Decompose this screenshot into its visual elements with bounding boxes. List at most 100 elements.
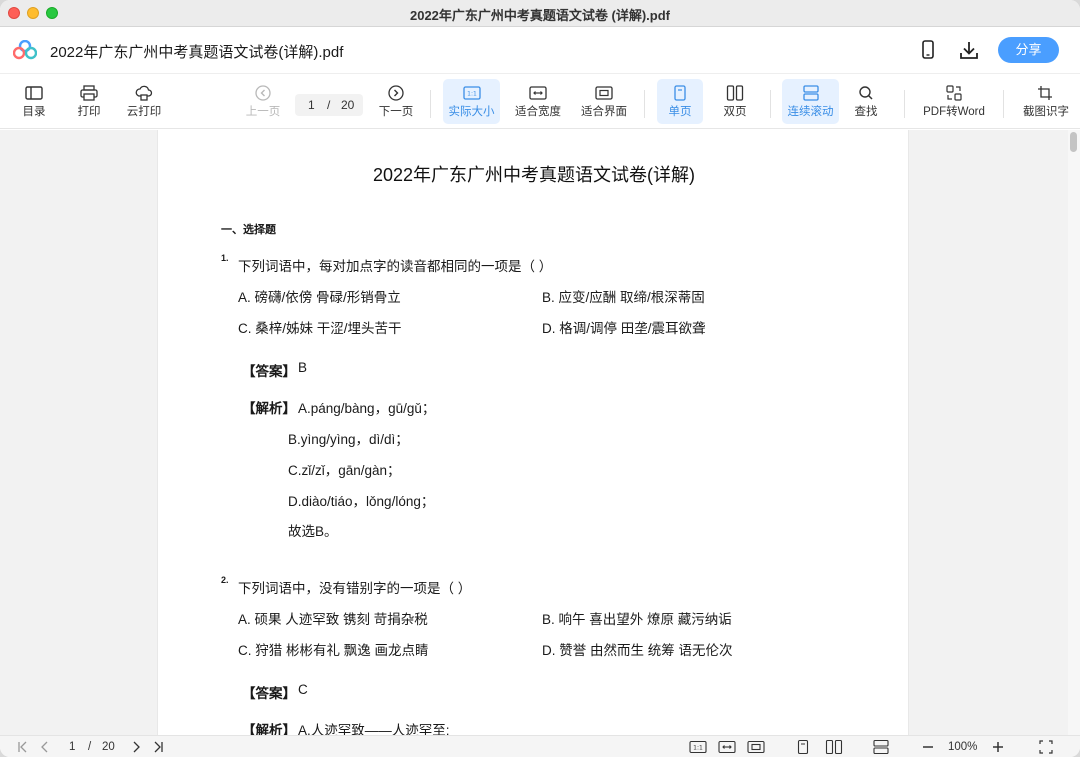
- vertical-scrollbar[interactable]: [1068, 130, 1080, 735]
- share-button[interactable]: 分享: [998, 37, 1059, 63]
- actual-size-label: 实际大小: [448, 106, 495, 118]
- toolbar-divider: [904, 90, 905, 118]
- toolbar: 目录 打印 云打印 上一页 1 / 20 下一页 1:1 实际大小 适合宽度 适…: [0, 75, 1080, 129]
- scrollbar-thumb[interactable]: [1070, 132, 1077, 152]
- document-title: 2022年广东广州中考真题语文试卷(详解): [372, 165, 696, 185]
- fullscreen-icon[interactable]: [1039, 739, 1053, 755]
- zoom-out-icon[interactable]: [921, 739, 935, 755]
- analysis-tag: 【解析】: [242, 723, 296, 735]
- actual-size-button[interactable]: 1:1 实际大小: [443, 79, 500, 124]
- status-bar: 1 / 20 1:1 100%: [0, 735, 1080, 757]
- pdf-to-word-button[interactable]: PDF转Word: [918, 79, 990, 124]
- option-c: C. 狩猎 彬彬有礼 飘逸 画龙点睛: [238, 643, 429, 658]
- double-page-button[interactable]: 双页: [713, 79, 757, 124]
- actual-size-icon[interactable]: 1:1: [689, 739, 707, 755]
- fit-width-label: 适合宽度: [515, 106, 561, 118]
- svg-text:1:1: 1:1: [467, 91, 477, 98]
- toolbar-divider: [770, 90, 771, 118]
- status-total-pages: 20: [102, 741, 115, 753]
- actual-size-icon: 1:1: [462, 86, 481, 100]
- toc-icon: [25, 86, 43, 100]
- double-page-icon[interactable]: [825, 739, 843, 755]
- chevron-right-circle-icon: [388, 85, 404, 101]
- page-number-input[interactable]: 1 / 20: [295, 94, 363, 116]
- cloud-print-label: 云打印: [126, 106, 162, 118]
- fit-width-button[interactable]: 适合宽度: [512, 79, 564, 124]
- single-page-icon: [674, 85, 686, 101]
- app-logo-icon: [13, 40, 37, 60]
- option-a: A. 磅礴/依傍 骨碌/形销骨立: [238, 290, 401, 305]
- status-page-separator: /: [88, 741, 92, 753]
- print-label: 打印: [77, 106, 101, 118]
- document-viewport[interactable]: 2022年广东广州中考真题语文试卷(详解) 一、选择题 1. 下列词语中，每对加…: [0, 130, 1080, 735]
- window-title: 2022年广东广州中考真题语文试卷 (详解).pdf: [409, 8, 670, 23]
- title-bar: 2022年广东广州中考真题语文试卷 (详解).pdf: [0, 0, 1080, 27]
- toc-label: 目录: [22, 106, 46, 118]
- fit-width-icon: [529, 86, 547, 100]
- document-header: 2022年广东广州中考真题语文试卷(详解).pdf 分享: [0, 27, 1080, 74]
- single-page-button[interactable]: 单页: [657, 79, 703, 124]
- question-number: 2.: [221, 575, 229, 585]
- fit-screen-label: 适合界面: [581, 106, 627, 118]
- status-current-page[interactable]: 1: [69, 739, 75, 755]
- analysis-line: A.páng/bàng，gū/gǔ；: [298, 401, 436, 416]
- print-button[interactable]: 打印: [69, 79, 109, 124]
- analysis-line: 故选B。: [288, 524, 338, 539]
- last-page-icon[interactable]: [151, 739, 165, 755]
- option-d: D. 赞誉 由然而生 统筹 语无伦次: [542, 643, 733, 658]
- analysis-line: C.zǐ/zǐ，gān/gàn；: [288, 463, 401, 478]
- question-stem: 下列词语中，没有错别字的一项是（ ）: [238, 581, 472, 596]
- double-page-label: 双页: [723, 106, 747, 118]
- continuous-scroll-label: 连续滚动: [787, 106, 834, 118]
- crop-icon: [1038, 86, 1052, 100]
- convert-icon: [946, 85, 962, 101]
- prev-page-label: 上一页: [245, 106, 281, 118]
- fit-width-icon[interactable]: [718, 739, 736, 755]
- first-page-icon[interactable]: [16, 739, 30, 755]
- fit-screen-button[interactable]: 适合界面: [578, 79, 630, 124]
- phone-icon[interactable]: [917, 39, 939, 61]
- answer-value: C: [298, 682, 308, 697]
- analysis-line: A.人迹罕致——人迹罕至;: [298, 723, 450, 735]
- ocr-label: 截图识字: [1023, 106, 1069, 118]
- prev-page-button[interactable]: 上一页: [243, 79, 283, 124]
- zoom-in-icon[interactable]: [991, 739, 1005, 755]
- continuous-scroll-button[interactable]: 连续滚动: [782, 79, 839, 124]
- section-heading: 一、选择题: [221, 224, 276, 236]
- ocr-button[interactable]: 截图识字: [1018, 79, 1074, 124]
- answer-tag: 【答案】: [242, 686, 296, 701]
- option-a: A. 硕果 人迹罕致 镌刻 苛捐杂税: [238, 612, 428, 627]
- find-label: 查找: [854, 106, 878, 118]
- analysis-line: D.diào/tiáo，lǒng/lóng；: [288, 494, 435, 509]
- find-button[interactable]: 查找: [846, 79, 886, 124]
- next-page-label: 下一页: [378, 106, 414, 118]
- next-page-icon[interactable]: [129, 739, 143, 755]
- question-number: 1.: [221, 253, 229, 263]
- option-b: B. 应变/应酬 取缔/根深蒂固: [542, 290, 705, 305]
- fit-screen-icon[interactable]: [747, 739, 765, 755]
- total-pages: 20: [341, 98, 355, 112]
- cloud-print-icon: [135, 85, 153, 101]
- option-d: D. 格调/调停 田垄/震耳欲聋: [542, 321, 706, 336]
- answer-value: B: [298, 360, 308, 375]
- download-icon[interactable]: [958, 39, 980, 61]
- cloud-print-button[interactable]: 云打印: [122, 79, 166, 124]
- option-b: B. 响午 喜出望外 燎原 藏污纳诟: [542, 612, 732, 627]
- continuous-scroll-icon[interactable]: [872, 739, 890, 755]
- zoom-level: 100%: [948, 741, 978, 753]
- toc-button[interactable]: 目录: [14, 79, 54, 124]
- continuous-scroll-icon: [802, 85, 819, 101]
- prev-page-icon[interactable]: [38, 739, 52, 755]
- single-page-icon[interactable]: [795, 739, 811, 755]
- chevron-left-circle-icon: [255, 85, 271, 101]
- single-page-label: 单页: [668, 106, 692, 118]
- svg-text:1:1: 1:1: [693, 745, 703, 752]
- toolbar-divider: [644, 90, 645, 118]
- analysis-line: B.yìng/yìng，dì/dì；: [288, 432, 409, 447]
- option-c: C. 桑梓/姊妹 干涩/埋头苦干: [238, 321, 402, 336]
- next-page-button[interactable]: 下一页: [376, 79, 416, 124]
- pdf-page: 2022年广东广州中考真题语文试卷(详解) 一、选择题 1. 下列词语中，每对加…: [157, 130, 909, 735]
- current-page: 1: [308, 98, 315, 112]
- answer-tag: 【答案】: [242, 364, 296, 379]
- analysis-tag: 【解析】: [242, 401, 296, 416]
